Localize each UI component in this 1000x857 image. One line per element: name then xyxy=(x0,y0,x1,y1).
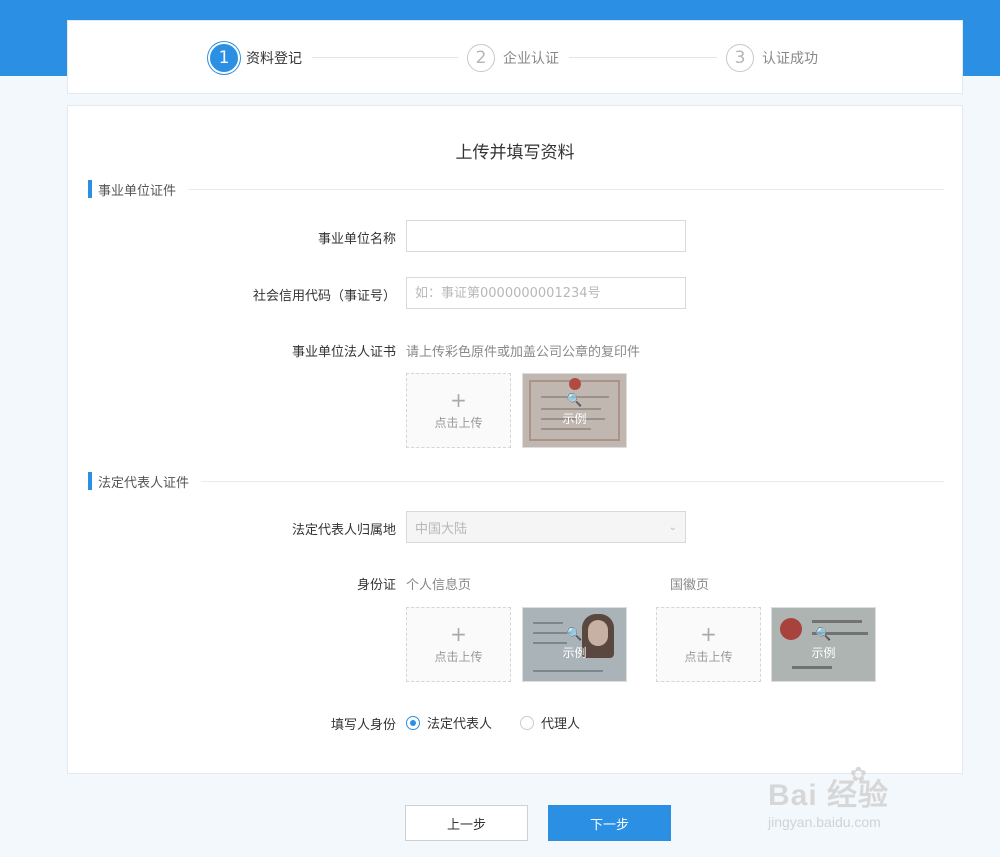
id-back-sample-image[interactable]: 🔍 示例 xyxy=(771,607,876,682)
id-back-label: 国徽页 xyxy=(670,578,710,593)
plus-icon: + xyxy=(450,622,467,646)
step-3: 3 认证成功 xyxy=(726,43,818,73)
zoom-icon: 🔍 xyxy=(566,393,583,408)
sample-text: 示例 xyxy=(811,646,836,660)
step-label: 资料登记 xyxy=(246,51,302,67)
region-value: 中国大陆 xyxy=(415,521,468,537)
region-select[interactable]: 中国大陆 ⌄ xyxy=(406,511,686,543)
radio-dot xyxy=(520,715,535,730)
id-front-upload-button[interactable]: + 点击上传 xyxy=(406,607,511,682)
filler-role-radio-group: 法定代表人 代理人 xyxy=(406,713,608,732)
plus-icon: + xyxy=(450,388,467,412)
section-marker xyxy=(88,472,92,490)
step-label: 企业认证 xyxy=(503,51,559,67)
progress-stepper: 1 资料登记 2 企业认证 3 认证成功 xyxy=(67,20,963,94)
paw-icon: ✿ xyxy=(850,762,867,786)
radio-label: 代理人 xyxy=(541,717,581,732)
section-title: 事业单位证件 xyxy=(98,183,177,199)
id-back-upload-button[interactable]: + 点击上传 xyxy=(656,607,761,682)
filler-role-label: 填写人身份 xyxy=(330,718,396,733)
id-front-sample-image[interactable]: 🔍 示例 xyxy=(522,607,627,682)
upload-text: 点击上传 xyxy=(434,416,483,430)
watermark-brand: Bai 经验 xyxy=(768,779,890,812)
chevron-down-icon: ⌄ xyxy=(668,521,677,533)
cert-hint: 请上传彩色原件或加盖公司公章的复印件 xyxy=(406,345,641,360)
radio-legal-rep[interactable]: 法定代表人 xyxy=(406,713,492,732)
upload-text: 点击上传 xyxy=(684,650,733,664)
step-number: 1 xyxy=(210,44,238,72)
section-marker xyxy=(88,180,92,198)
step-connector xyxy=(312,57,458,58)
section-title: 法定代表人证件 xyxy=(98,475,190,491)
credit-code-label: 社会信用代码（事证号） xyxy=(252,289,396,304)
form-card: 上传并填写资料 事业单位证件 事业单位名称 社会信用代码（事证号） 事业单位法人… xyxy=(67,105,963,774)
section-org-cert: 事业单位证件 xyxy=(88,179,944,199)
radio-label: 法定代表人 xyxy=(427,717,493,732)
cert-label: 事业单位法人证书 xyxy=(291,345,396,360)
cert-upload-button[interactable]: + 点击上传 xyxy=(406,373,511,448)
zoom-icon: 🔍 xyxy=(815,627,832,642)
section-divider xyxy=(188,188,944,190)
step-label: 认证成功 xyxy=(762,51,818,67)
region-label: 法定代表人归属地 xyxy=(291,523,396,538)
prev-step-button[interactable]: 上一步 xyxy=(405,805,528,841)
cert-sample-image[interactable]: 🔍 示例 xyxy=(522,373,627,448)
zoom-icon: 🔍 xyxy=(566,627,583,642)
radio-agent[interactable]: 代理人 xyxy=(520,713,580,732)
watermark-url: jingyan.baidu.com xyxy=(768,814,881,830)
step-1: 1 资料登记 xyxy=(210,43,302,73)
org-name-label: 事业单位名称 xyxy=(317,232,396,247)
section-legal-rep: 法定代表人证件 xyxy=(88,471,944,491)
id-card-label: 身份证 xyxy=(356,578,396,593)
plus-icon: + xyxy=(700,622,717,646)
sample-text: 示例 xyxy=(562,646,587,660)
radio-dot xyxy=(406,715,420,730)
credit-code-input[interactable] xyxy=(406,277,686,309)
form-title: 上传并填写资料 xyxy=(455,143,575,163)
sample-text: 示例 xyxy=(562,412,587,426)
step-2: 2 企业认证 xyxy=(467,43,559,73)
step-number: 2 xyxy=(467,44,495,72)
upload-text: 点击上传 xyxy=(434,650,483,664)
baidu-watermark: Bai 经验 ✿ jingyan.baidu.com xyxy=(768,762,978,840)
next-step-button[interactable]: 下一步 xyxy=(548,805,671,841)
org-name-input[interactable] xyxy=(406,220,686,252)
step-connector xyxy=(569,57,717,58)
step-number: 3 xyxy=(726,44,754,72)
id-front-label: 个人信息页 xyxy=(406,578,472,593)
section-divider xyxy=(201,480,944,482)
